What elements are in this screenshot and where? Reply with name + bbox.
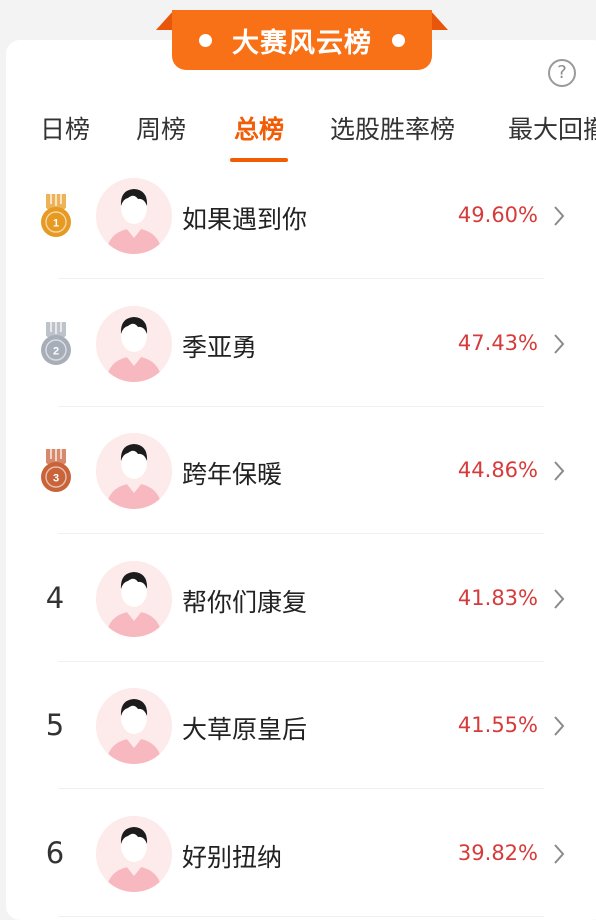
- trader-name: 跨年保暖: [182, 460, 283, 489]
- title-ribbon: 大赛风云榜: [172, 10, 432, 70]
- leaderboard-row[interactable]: 2 季亚勇 47.43%: [0, 280, 596, 407]
- avatar[interactable]: [96, 433, 172, 509]
- page-title: 大赛风云榜: [232, 27, 372, 59]
- tab-stock-win-rate[interactable]: 选股胜率榜: [330, 108, 455, 158]
- return-value: 41.83%: [457, 585, 538, 610]
- silver-medal-icon: 2: [41, 321, 71, 365]
- svg-text:1: 1: [53, 218, 59, 230]
- user-avatar-icon: [96, 305, 172, 382]
- user-avatar-icon: [96, 688, 172, 764]
- tab-overall[interactable]: 总榜: [230, 108, 289, 162]
- tab-daily[interactable]: 日榜: [40, 108, 90, 158]
- leaderboard-row[interactable]: 5 大草原皇后 41.55%: [0, 662, 596, 789]
- rank-number: 5: [45, 708, 65, 742]
- return-value: 44.86%: [457, 458, 538, 482]
- user-avatar-icon: [96, 178, 172, 254]
- tab-label: 周榜: [136, 115, 187, 144]
- trader-name: 季亚勇: [182, 332, 258, 362]
- gold-medal-icon: 1: [41, 194, 71, 237]
- chevron-right-icon: [554, 206, 565, 226]
- leaderboard-row[interactable]: 3 跨年保暖 44.86%: [0, 407, 596, 534]
- ribbon-dot-right: [392, 33, 405, 47]
- avatar[interactable]: [96, 305, 172, 382]
- leaderboard-row[interactable]: 4 帮你们康复 41.83%: [0, 535, 596, 662]
- chevron-right-icon: [554, 588, 565, 609]
- avatar[interactable]: [96, 688, 172, 764]
- leaderboard-row[interactable]: 6 好别扭纳 39.82%: [0, 790, 596, 917]
- chevron-right-icon: [554, 461, 565, 481]
- user-avatar-icon: [96, 815, 172, 892]
- avatar[interactable]: [96, 560, 172, 637]
- return-value: 47.43%: [457, 330, 538, 355]
- tab-label: 日榜: [40, 115, 91, 144]
- row-divider: [58, 915, 544, 917]
- rank-number: 6: [45, 835, 65, 870]
- trader-name: 大草原皇后: [182, 715, 308, 744]
- svg-text:2: 2: [53, 345, 59, 357]
- tab-weekly[interactable]: 周榜: [136, 108, 186, 158]
- user-avatar-icon: [96, 433, 172, 509]
- tab-label: 最大回撤: [508, 115, 596, 144]
- tab-label: 总榜: [234, 115, 285, 144]
- chevron-right-icon: [554, 716, 565, 736]
- trader-name: 帮你们康复: [182, 587, 308, 617]
- leaderboard-row[interactable]: 1 如果遇到你 49.60%: [0, 152, 596, 279]
- user-avatar-icon: [96, 560, 172, 637]
- trader-name: 如果遇到你: [182, 205, 308, 234]
- chevron-right-icon: [554, 333, 565, 354]
- ribbon-fold-right: [430, 10, 448, 30]
- ribbon-dot-left: [199, 33, 212, 47]
- rank-number: 4: [45, 580, 65, 615]
- return-value: 49.60%: [457, 203, 538, 227]
- return-value: 39.82%: [457, 840, 538, 865]
- chevron-right-icon: [554, 843, 565, 864]
- trader-name: 好别扭纳: [182, 842, 283, 872]
- svg-text:3: 3: [53, 473, 59, 485]
- tab-max-drawdown[interactable]: 最大回撤: [508, 108, 596, 158]
- help-icon[interactable]: ?: [548, 59, 576, 87]
- avatar[interactable]: [96, 815, 172, 892]
- bronze-medal-icon: 3: [41, 449, 71, 492]
- return-value: 41.55%: [457, 713, 538, 737]
- avatar[interactable]: [96, 178, 172, 254]
- tab-label: 选股胜率榜: [330, 115, 456, 144]
